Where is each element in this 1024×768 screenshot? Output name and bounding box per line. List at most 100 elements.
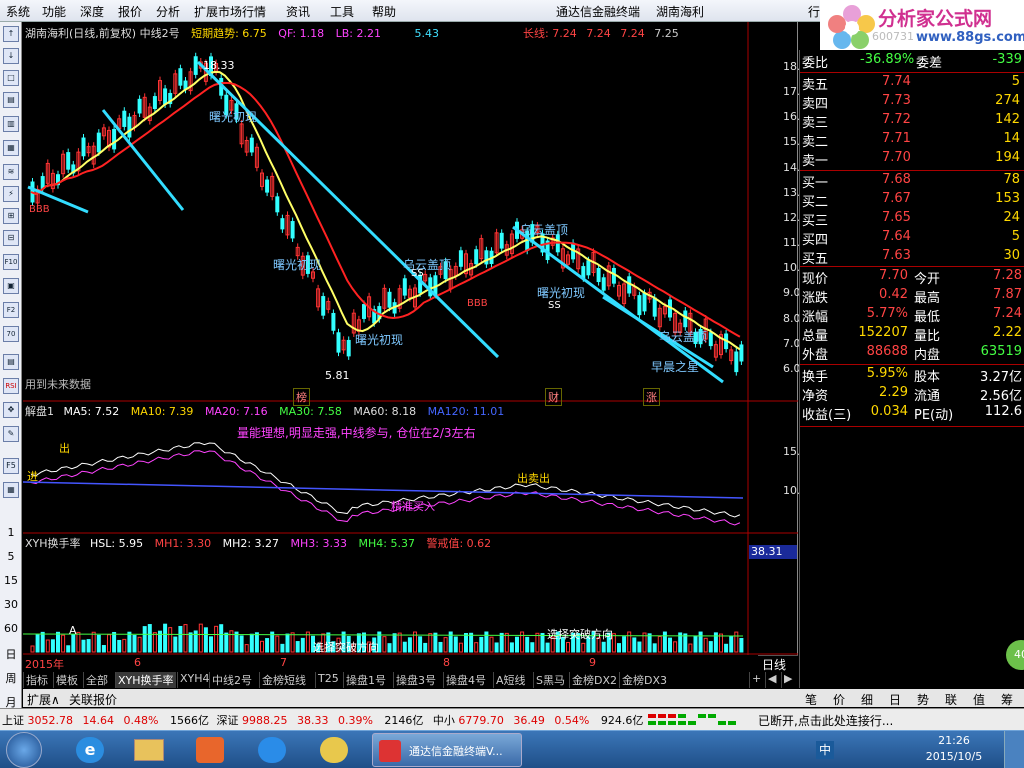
float-bubble[interactable]: 40 xyxy=(1006,640,1024,670)
toolbar-down-icon[interactable]: ↓ xyxy=(3,48,19,64)
menu-analysis[interactable]: 分析 xyxy=(156,3,180,20)
ask-row[interactable]: 卖一 7.70 194 xyxy=(802,150,1022,170)
tab-t25[interactable]: T25 xyxy=(315,672,341,688)
period-week[interactable]: 周 xyxy=(2,670,20,686)
period-30min[interactable]: 30 xyxy=(2,598,20,611)
bid-row[interactable]: 买五 7.63 30 xyxy=(802,248,1022,268)
ask-row[interactable]: 卖四 7.73 274 xyxy=(802,93,1022,113)
toolbar-wave-icon[interactable]: ≋ xyxy=(3,164,19,180)
tab-caopan4[interactable]: 操盘4号 xyxy=(443,672,488,688)
connection-status[interactable]: 已断开,点击此处连接行... xyxy=(758,712,893,729)
tab-add-button[interactable]: + xyxy=(749,672,763,688)
bid-row[interactable]: 买三 7.65 24 xyxy=(802,210,1022,230)
tab-template[interactable]: 模板 xyxy=(53,672,80,688)
volume-bar xyxy=(40,631,45,653)
tab-jinbang-short[interactable]: 金榜短线 xyxy=(259,672,308,688)
rp-tab-detail[interactable]: 细 xyxy=(861,691,873,708)
toolbar-grid-icon[interactable]: ▥ xyxy=(3,116,19,132)
show-desktop-button[interactable] xyxy=(1004,731,1024,768)
tab-all[interactable]: 全部 xyxy=(83,672,110,688)
ie-icon[interactable]: e xyxy=(76,737,104,763)
clock-time[interactable]: 21:26 xyxy=(930,734,978,747)
kline-chart-area[interactable]: 湖南海利(日线,前复权) 中线2号 短期趋势: 6.75 QF: 1.18 LB… xyxy=(23,22,815,671)
ask-row[interactable]: 卖三 7.72 142 xyxy=(802,112,1022,132)
tab-a-short[interactable]: A短线 xyxy=(493,672,528,688)
toolbar-move-icon[interactable]: ✥ xyxy=(3,402,19,418)
menu-news[interactable]: 资讯 xyxy=(286,3,310,20)
toolbar-70-button[interactable]: 70 xyxy=(3,326,19,342)
period-5min[interactable]: 5 xyxy=(2,550,20,563)
logo-url[interactable]: www.88gs.com xyxy=(916,30,1024,45)
tab-midline2[interactable]: 中线2号 xyxy=(209,672,254,688)
index-ticker[interactable]: 上证 3052.78 14.64 0.48% 1566亿 深证 9988.25 … xyxy=(2,712,643,728)
mh4-value: MH4: 5.37 xyxy=(358,537,415,550)
toolbar-plus-box-icon[interactable]: ⊞ xyxy=(3,208,19,224)
tab-extend[interactable]: 扩展∧ xyxy=(27,691,60,708)
ask-row[interactable]: 卖五 7.74 5 xyxy=(802,74,1022,94)
rp-tab-trend[interactable]: 势 xyxy=(917,691,929,708)
toolbar-chart-icon[interactable]: ▤ xyxy=(3,354,19,370)
volume-bar xyxy=(632,637,637,653)
rp-tab-price[interactable]: 价 xyxy=(833,691,845,708)
tab-related-quote[interactable]: 关联报价 xyxy=(69,691,117,708)
start-button[interactable] xyxy=(6,732,42,768)
event-marker[interactable]: 涨 xyxy=(643,388,660,406)
tab-xyh4[interactable]: XYH4 xyxy=(177,672,212,688)
toolbar-grid2-icon[interactable]: ▦ xyxy=(3,482,19,498)
folder-icon[interactable] xyxy=(134,739,164,761)
toolbar-minus-box-icon[interactable]: ⊟ xyxy=(3,230,19,246)
toolbar-square-icon[interactable]: ▣ xyxy=(3,278,19,294)
tab-caopan1[interactable]: 操盘1号 xyxy=(343,672,388,688)
bid-row[interactable]: 买四 7.64 5 xyxy=(802,229,1022,249)
period-60min[interactable]: 60 xyxy=(2,622,20,635)
tab-caopan3[interactable]: 操盘3号 xyxy=(393,672,438,688)
menu-function[interactable]: 功能 xyxy=(42,3,66,20)
menu-extended-market[interactable]: 扩展市场行情 xyxy=(194,3,266,20)
toolbar-f5-button[interactable]: F5 xyxy=(3,458,19,474)
clock-date[interactable]: 2015/10/5 xyxy=(920,750,988,763)
media-player-icon[interactable] xyxy=(196,737,224,763)
toolbar-window-icon[interactable]: □ xyxy=(3,70,19,86)
app-title: 通达信金融终端 xyxy=(556,5,641,19)
bid-row[interactable]: 买二 7.67 153 xyxy=(802,191,1022,211)
toolbar-list-icon[interactable]: ▤ xyxy=(3,92,19,108)
period-1min[interactable]: 1 xyxy=(2,526,20,539)
volume-bar xyxy=(530,642,535,653)
tab-indicator[interactable]: 指标 xyxy=(23,672,50,688)
menu-system[interactable]: 系统 xyxy=(6,3,30,20)
period-selector[interactable]: 日线 xyxy=(758,655,798,672)
paint-icon[interactable] xyxy=(320,737,348,763)
bid-row[interactable]: 买一 7.68 78 xyxy=(802,172,1022,192)
toolbar-up-icon[interactable]: ↑ xyxy=(3,26,19,42)
period-15min[interactable]: 15 xyxy=(2,574,20,587)
tab-scroll-right-icon[interactable]: ▶ xyxy=(781,672,794,688)
ask-row[interactable]: 卖二 7.71 14 xyxy=(802,131,1022,151)
menu-tools[interactable]: 工具 xyxy=(330,3,354,20)
tab-xyh-turnover[interactable]: XYH换手率 xyxy=(115,672,176,688)
toolbar-rsi-button[interactable]: RSI xyxy=(3,378,19,394)
menu-quote[interactable]: 报价 xyxy=(118,3,142,20)
tab-jinbang-dx3[interactable]: 金榜DX3 xyxy=(619,672,669,688)
tab-jinbang-dx2[interactable]: 金榜DX2 xyxy=(569,672,619,688)
menu-depth[interactable]: 深度 xyxy=(80,3,104,20)
rp-tab-value[interactable]: 值 xyxy=(973,691,985,708)
ime-indicator[interactable]: 中 xyxy=(816,741,834,759)
rp-tab-chips[interactable]: 筹 xyxy=(1001,691,1013,708)
taskbar-app-tdx[interactable]: 通达信金融终端V... xyxy=(372,733,522,767)
toolbar-pencil-icon[interactable]: ✎ xyxy=(3,426,19,442)
toolbar-f2-button[interactable]: F2 xyxy=(3,302,19,318)
rp-tab-day[interactable]: 日 xyxy=(889,691,901,708)
toolbar-f10-button[interactable]: F10 xyxy=(3,254,19,270)
rp-tab-link[interactable]: 联 xyxy=(945,691,957,708)
rp-tab-tick[interactable]: 笔 xyxy=(805,691,817,708)
period-day[interactable]: 日 xyxy=(2,646,20,662)
tab-s-horse[interactable]: S黑马 xyxy=(533,672,567,688)
toolbar-flash-icon[interactable]: ⚡ xyxy=(3,186,19,202)
tab-scroll-left-icon[interactable]: ◀ xyxy=(765,672,778,688)
sogou-icon[interactable] xyxy=(258,737,286,763)
menu-trade-partial[interactable]: 行 xyxy=(808,3,820,20)
event-marker[interactable]: 财 xyxy=(545,388,562,406)
menu-help[interactable]: 帮助 xyxy=(372,3,396,20)
toolbar-table-icon[interactable]: ▦ xyxy=(3,140,19,156)
wei-value: -36.89% xyxy=(860,52,915,67)
